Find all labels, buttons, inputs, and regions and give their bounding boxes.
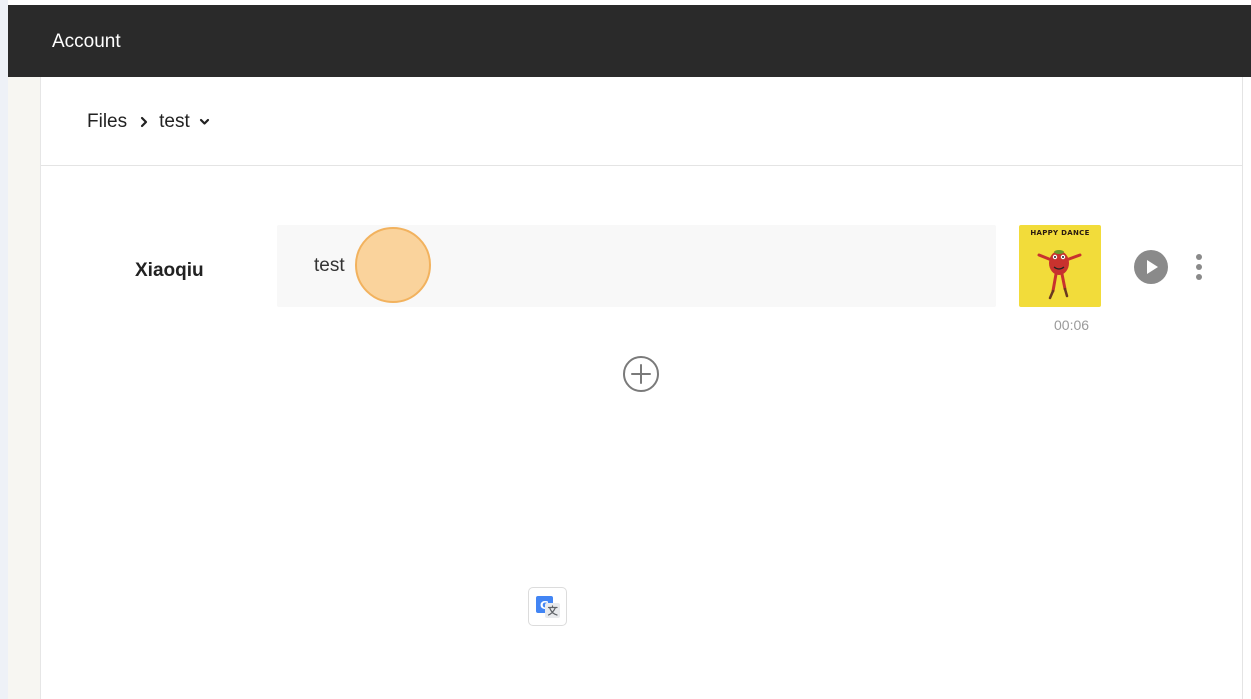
breadcrumb-bar: Files test: [41, 77, 1242, 166]
chevron-right-icon: [140, 116, 148, 128]
duration-label: 00:06: [1054, 317, 1090, 333]
breadcrumb: Files test: [87, 110, 210, 134]
plus-circle-icon: [623, 356, 659, 392]
dancer-figure-icon: [1037, 250, 1082, 300]
more-options-button[interactable]: [1188, 249, 1210, 285]
breadcrumb-files-link[interactable]: Files: [87, 111, 127, 133]
play-button[interactable]: [1134, 250, 1168, 284]
top-bar: Account: [8, 5, 1251, 77]
main-content: Files test Xiaoqiu test HAPPY DANCE 00:0…: [41, 77, 1251, 699]
play-circle-icon: [1134, 250, 1168, 284]
speaker-name[interactable]: Xiaoqiu: [135, 260, 204, 282]
track-text-value: test: [314, 255, 345, 276]
google-translate-icon: G: [536, 596, 560, 618]
left-panel: [8, 77, 41, 699]
more-vertical-icon: [1196, 254, 1202, 280]
breadcrumb-current-label: test: [159, 111, 190, 132]
breadcrumb-current-dropdown[interactable]: test: [159, 111, 210, 133]
translate-button[interactable]: G: [528, 587, 567, 626]
add-track-button[interactable]: [621, 354, 661, 394]
media-thumbnail[interactable]: HAPPY DANCE: [1019, 225, 1101, 307]
page-title: Account: [52, 31, 121, 52]
click-indicator: [355, 227, 431, 303]
chevron-down-icon: [199, 118, 210, 126]
panel-divider: [1242, 77, 1243, 699]
track-row: Xiaoqiu test HAPPY DANCE 00:06: [41, 225, 1241, 335]
window-edge: [0, 0, 8, 699]
app-window: Account Files test Xiaoqiu test HAPPY DA…: [0, 0, 1251, 699]
